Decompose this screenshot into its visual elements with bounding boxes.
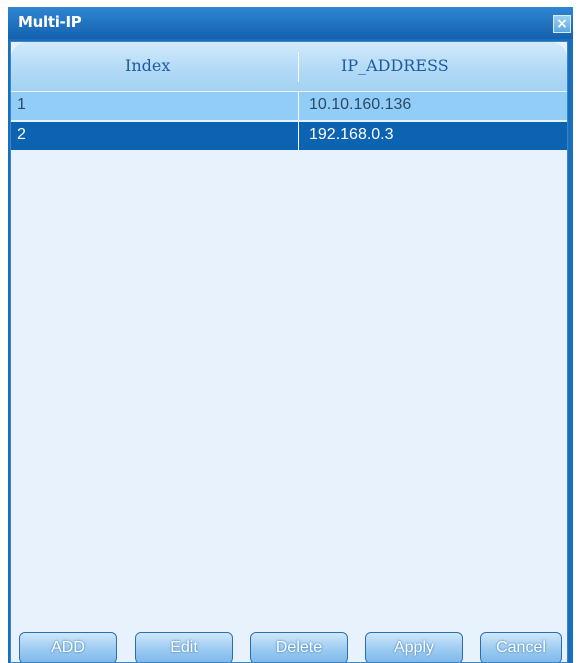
cell-ip-address: 192.168.0.3: [309, 126, 394, 143]
table-row-selected[interactable]: 2 192.168.0.3: [11, 122, 567, 150]
delete-button[interactable]: Delete: [250, 632, 348, 662]
column-header-ip-address[interactable]: IP_ADDRESS: [341, 56, 449, 75]
table-row[interactable]: 1 10.10.160.136: [11, 92, 567, 120]
multi-ip-dialog: Multi-IP × Index IP_ADDRESS 1 10.10.160.…: [8, 7, 573, 663]
title-bar[interactable]: Multi-IP ×: [8, 7, 573, 39]
column-divider: [298, 122, 299, 150]
dialog-title: Multi-IP: [18, 13, 82, 31]
table-header: Index IP_ADDRESS: [11, 42, 567, 91]
add-button[interactable]: ADD: [19, 632, 117, 662]
button-bar: ADD Edit Delete Apply Cancel: [11, 624, 567, 662]
cell-ip-address: 10.10.160.136: [309, 96, 412, 113]
apply-button[interactable]: Apply: [365, 632, 463, 662]
cell-index: 2: [17, 126, 26, 143]
cell-index: 1: [17, 96, 26, 113]
column-header-index[interactable]: Index: [125, 56, 170, 75]
cancel-button[interactable]: Cancel: [480, 632, 562, 662]
edit-button[interactable]: Edit: [135, 632, 233, 662]
table-panel: Index IP_ADDRESS 1 10.10.160.136 2 192.1…: [10, 41, 568, 663]
column-divider: [298, 52, 299, 82]
column-divider: [298, 92, 299, 120]
close-icon[interactable]: ×: [553, 15, 571, 33]
